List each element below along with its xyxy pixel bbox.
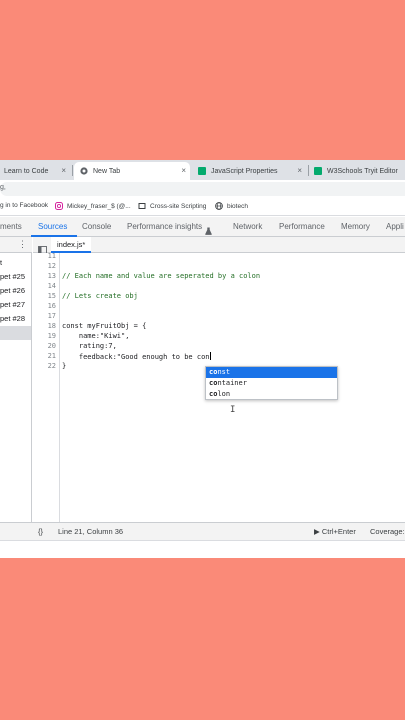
bookmark-label: Mickey_fraser_$ (@... [67,202,131,210]
navigator-item[interactable]: pet #26 [0,284,31,298]
tab-elements[interactable]: ments [0,222,22,231]
tab-title: Learn to Code [4,167,49,175]
devtools-tab-bar: ments Sources Console Performance insigh… [0,217,405,237]
bookmark-cross-site-scripting[interactable]: Cross-site Scripting [138,202,206,210]
bookmark-label: g in to Facebook [0,202,49,209]
tab-title: W3Schools Tryit Editor [327,167,398,175]
browser-tab-javascript-properties[interactable]: JavaScript Properties × [192,162,306,180]
navigator-item[interactable]: pet #28 [0,312,31,326]
tab-console[interactable]: Console [82,222,111,231]
navigator-item[interactable]: pet #25 [0,270,31,284]
globe-icon [215,202,223,210]
bookmark-facebook[interactable]: g in to Facebook [0,202,48,209]
line-number: 13 [47,272,56,280]
tab-title: JavaScript Properties [211,167,278,175]
chrome-icon [80,167,88,175]
line-number: 12 [47,262,56,270]
browser-tab-learn-to-code[interactable]: Learn to Code × [0,162,70,180]
address-bar[interactable] [0,182,405,196]
cursor-position: Line 21, Column 36 [58,527,124,536]
tab-network[interactable]: Network [233,222,262,231]
snippets-navigator: ⋮ t pet #25 pet #26 pet #27 pet #28 [0,237,32,522]
line-number: 16 [47,302,56,310]
code-line: rating:7, [62,342,117,350]
bookmark-biotech[interactable]: biotech [215,202,248,210]
text-caret [209,352,211,360]
code-line-text: feedback:"Good enough to be con [62,353,210,361]
navigator-header: ⋮ [0,237,32,253]
code-line: const myFruitObj = { [62,322,147,330]
tab-title: New Tab [93,167,121,175]
autocomplete-option[interactable]: colon [206,389,337,400]
close-tab-icon[interactable]: × [61,166,66,175]
browser-window: Learn to Code × New Tab × JavaScript Pro… [0,160,405,558]
run-snippet-button[interactable]: ▶ Ctrl+Enter [314,527,356,536]
editor-status-bar: {} Line 21, Column 36 ▶ Ctrl+Enter Cover… [0,522,405,540]
tab-application[interactable]: Appli [386,222,404,231]
w3schools-icon [198,167,206,175]
code-line: // Lets create obj [62,292,138,300]
file-tab-index-js[interactable]: index.js* [51,237,92,253]
line-number: 21 [47,352,56,360]
navigator-item[interactable]: t [0,256,31,270]
bookmark-label: Cross-site Scripting [150,202,207,210]
browser-tab-w3schools-tryit[interactable]: W3Schools Tryit Editor [310,162,405,180]
bookmark-label: biotech [227,202,248,210]
w3schools-icon [314,167,322,175]
line-number: 17 [47,312,56,320]
browser-tab-strip: Learn to Code × New Tab × JavaScript Pro… [0,160,405,180]
bookmarks-bar: g in to Facebook Mickey_fraser_$ (@... C… [0,198,405,216]
navigator-item-selected[interactable] [0,326,31,340]
code-line: // Each name and value are seperated by … [62,272,261,280]
autocomplete-popup: const container colon [205,366,338,400]
bookmark-instagram[interactable]: Mickey_fraser_$ (@... [55,202,131,210]
line-number: 22 [47,362,56,370]
more-options-icon[interactable]: ⋮ [18,239,27,250]
line-number: 19 [47,332,56,340]
code-line-current: feedback:"Good enough to be con [62,352,211,361]
close-tab-icon[interactable]: × [297,166,302,175]
instagram-icon [55,202,63,210]
code-line: } [62,362,67,370]
address-bar-row: g, [0,180,405,198]
coverage-label: Coverage: [370,527,405,536]
autocomplete-option[interactable]: container [206,378,337,389]
line-number: 15 [47,292,56,300]
bottom-panel [0,540,405,558]
browser-tab-new-tab[interactable]: New Tab × [74,162,190,180]
tab-performance-insights[interactable]: Performance insights [127,222,202,231]
tab-memory[interactable]: Memory [341,222,370,231]
line-number: 20 [47,342,56,350]
line-number: 14 [47,282,56,290]
address-text: g, [0,184,6,191]
bookmark-site-icon [138,202,146,210]
pretty-print-button[interactable]: {} [38,527,43,536]
tab-performance[interactable]: Performance [279,222,325,231]
line-number: 11 [47,252,56,260]
editor-tab-bar: index.js* [33,237,405,254]
close-tab-icon[interactable]: × [181,166,186,175]
navigator-item[interactable]: pet #27 [0,298,31,312]
line-number: 18 [47,322,56,330]
code-line: name:"Kiwi", [62,332,130,340]
tab-sources[interactable]: Sources [38,222,67,231]
mouse-ibeam-cursor-icon: I [230,405,236,415]
line-number-gutter: 11 12 13 14 15 16 17 18 19 20 21 22 [33,252,60,522]
autocomplete-option[interactable]: const [206,367,337,378]
